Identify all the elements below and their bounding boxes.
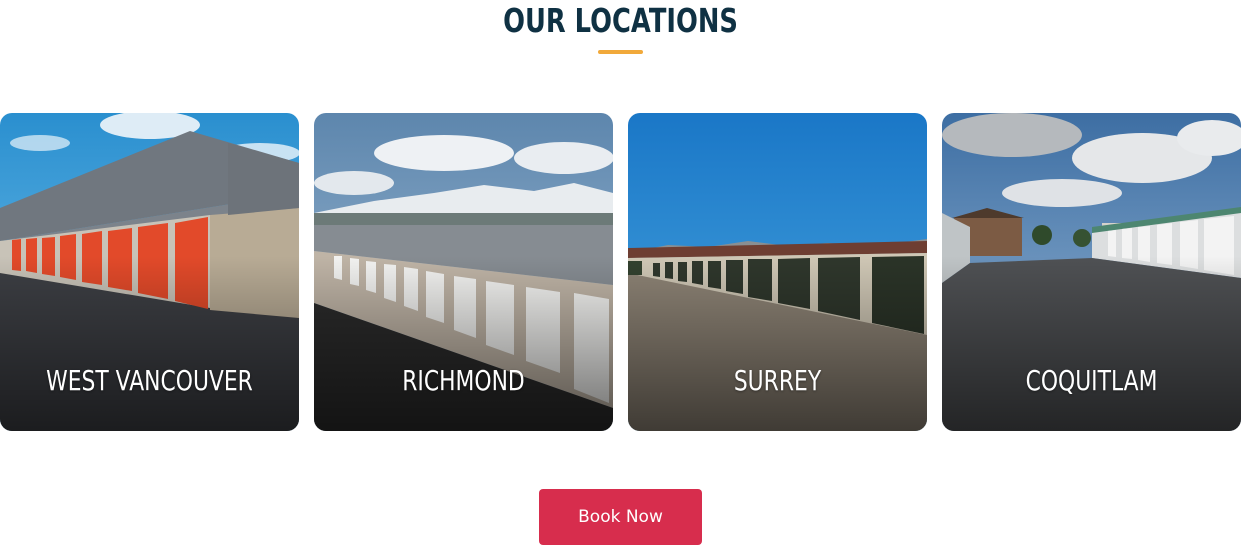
location-card-surrey[interactable]: SURREY: [628, 113, 927, 431]
location-card-coquitlam[interactable]: COQUITLAM: [942, 113, 1241, 431]
location-name: SURREY: [733, 364, 822, 397]
location-name: RICHMOND: [402, 364, 525, 397]
location-name: COQUITLAM: [1025, 364, 1158, 397]
title-underline: [598, 50, 643, 54]
book-now-button[interactable]: Book Now: [539, 489, 702, 545]
location-name: WEST VANCOUVER: [46, 364, 253, 397]
location-card-west-vancouver[interactable]: WEST VANCOUVER: [0, 113, 299, 431]
location-card-richmond[interactable]: RICHMOND: [314, 113, 613, 431]
section-title: OUR LOCATIONS: [503, 1, 738, 40]
